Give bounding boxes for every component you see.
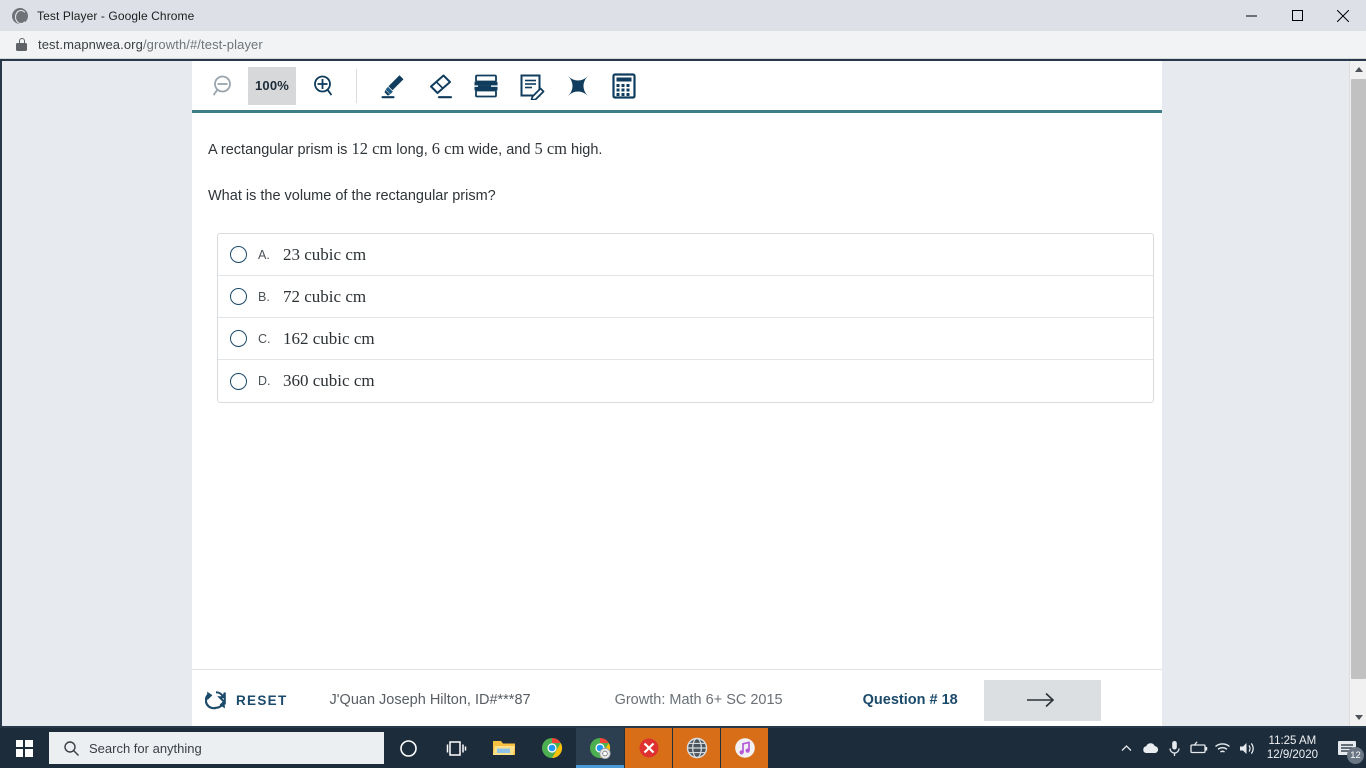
taskbar-search-box[interactable]: Search for anything: [49, 732, 384, 764]
lock-icon: [16, 38, 27, 51]
option-text-c: 162 cubic cm: [283, 328, 375, 348]
page-scrollbar[interactable]: [1349, 61, 1366, 726]
start-button[interactable]: [0, 728, 48, 768]
next-question-button[interactable]: [983, 679, 1101, 721]
system-tray: 11:25 AM 12/9/2020 12: [1115, 728, 1366, 768]
clock-date: 12/9/2020: [1266, 749, 1318, 761]
zoom-in-icon[interactable]: [298, 64, 344, 108]
taskbar-close-app-icon[interactable]: [624, 728, 672, 768]
question-stem-line2: What is the volume of the rectangular pr…: [208, 188, 496, 205]
maximize-button[interactable]: [1274, 0, 1320, 31]
show-hidden-icons-chevron-icon[interactable]: [1115, 728, 1139, 768]
windows-taskbar: Search for anything 11:25 AM 12/9/2020 1…: [0, 728, 1366, 768]
stem-value-width: 6 cm: [431, 139, 465, 158]
answer-option-b[interactable]: B. 72 cubic cm: [218, 276, 1153, 319]
wifi-icon[interactable]: [1211, 728, 1235, 768]
eraser-icon[interactable]: [417, 64, 463, 108]
url-path: /growth/#/test-player: [142, 37, 263, 52]
screen: Test Player - Google Chrome test.mapnwea…: [0, 0, 1366, 768]
battery-icon[interactable]: [1187, 728, 1211, 768]
test-footer-bar: RESET J'Quan Joseph Hilton, ID#***87 Gro…: [192, 669, 1162, 726]
taskbar-globe-app-icon[interactable]: [672, 728, 720, 768]
line-reader-icon[interactable]: [463, 64, 509, 108]
option-letter-a: A.: [258, 247, 270, 262]
stem-prefix: A rectangular prism is: [208, 142, 352, 158]
notification-center-button[interactable]: 12: [1328, 728, 1366, 768]
option-text-a: 23 cubic cm: [283, 244, 367, 264]
question-stem-line1: A rectangular prism is 12 cm long, 6 cm …: [208, 137, 1162, 161]
search-placeholder: Search for anything: [89, 740, 202, 756]
highlighter-icon[interactable]: [371, 64, 417, 108]
option-letter-d: D.: [258, 374, 271, 389]
radio-button-a[interactable]: [230, 246, 247, 264]
stem-suffix: high.: [566, 142, 603, 158]
answer-option-c[interactable]: C. 162 cubic cm: [218, 318, 1153, 361]
close-button[interactable]: [1320, 0, 1366, 31]
taskbar-chrome-icon[interactable]: [528, 728, 576, 768]
reset-button[interactable]: RESET: [205, 689, 288, 711]
question-number: Question # 18: [862, 692, 958, 708]
test-tools-toolbar: 100%: [192, 61, 1162, 113]
clock-time: 11:25 AM: [1268, 734, 1317, 747]
address-bar[interactable]: test.mapnwea.org/growth/#/test-player: [0, 31, 1366, 59]
minimize-button[interactable]: [1228, 0, 1274, 31]
taskbar-itunes-icon[interactable]: [720, 728, 768, 768]
zoom-out-icon[interactable]: [202, 64, 246, 108]
radio-button-d[interactable]: [230, 372, 247, 390]
cross-out-icon[interactable]: [555, 64, 601, 108]
option-letter-c: C.: [258, 331, 271, 346]
arrow-right-icon: [1027, 692, 1055, 708]
taskbar-file-explorer-icon[interactable]: [480, 728, 528, 768]
url-host: test.mapnwea.org: [38, 37, 143, 52]
onedrive-cloud-icon[interactable]: [1139, 728, 1163, 768]
taskbar-clock[interactable]: 11:25 AM 12/9/2020: [1267, 734, 1318, 763]
volume-icon[interactable]: [1235, 728, 1259, 768]
option-text-d: 360 cubic cm: [283, 371, 375, 391]
student-name: J'Quan Joseph Hilton, ID#***87: [329, 692, 531, 708]
radio-button-b[interactable]: [230, 288, 247, 306]
question-content: A rectangular prism is 12 cm long, 6 cm …: [192, 113, 1162, 404]
answer-option-d[interactable]: D. 360 cubic cm: [218, 360, 1153, 402]
microphone-icon[interactable]: [1163, 728, 1187, 768]
taskbar-apps: [384, 728, 768, 768]
scroll-down-arrow[interactable]: [1350, 709, 1366, 726]
calculator-icon[interactable]: [601, 64, 647, 108]
taskbar-chrome-active-icon[interactable]: [576, 728, 624, 768]
radio-button-c[interactable]: [230, 330, 247, 348]
option-text-b: 72 cubic cm: [283, 286, 367, 306]
stem-value-length: 12 cm: [351, 139, 393, 158]
stem-mid2: wide, and: [464, 142, 535, 158]
answer-options-list: A. 23 cubic cm B. 72 cubic cm C. 162 cub…: [217, 233, 1154, 404]
scrollbar-thumb[interactable]: [1351, 79, 1366, 679]
scroll-up-arrow[interactable]: [1350, 61, 1366, 78]
stem-value-height: 5 cm: [534, 139, 567, 158]
test-name: Growth: Math 6+ SC 2015: [614, 692, 783, 708]
windows-logo-icon: [15, 739, 33, 757]
option-letter-b: B.: [258, 289, 270, 304]
browser-title-bar: Test Player - Google Chrome: [0, 0, 1366, 31]
window-title: Test Player - Google Chrome: [37, 8, 195, 23]
search-icon: [64, 740, 79, 756]
notepad-icon[interactable]: [509, 64, 555, 108]
zoom-level-label[interactable]: 100%: [248, 66, 296, 105]
toolbar-divider: [356, 68, 357, 103]
window-controls: [1228, 0, 1366, 31]
reset-label: RESET: [236, 692, 288, 708]
notification-badge: 12: [1347, 747, 1364, 764]
reset-icon: [205, 691, 226, 710]
test-player-panel: 100% A rectangular prism is 12 cm long, …: [192, 61, 1162, 669]
answer-option-a[interactable]: A. 23 cubic cm: [218, 234, 1153, 277]
taskbar-cortana-icon[interactable]: [384, 728, 432, 768]
page-viewport: 100% A rectangular prism is 12 cm long, …: [0, 59, 1366, 728]
chrome-app-icon: [12, 7, 28, 24]
stem-mid1: long,: [392, 142, 432, 158]
url-text: test.mapnwea.org/growth/#/test-player: [38, 37, 263, 52]
taskbar-task-view-icon[interactable]: [432, 728, 480, 768]
